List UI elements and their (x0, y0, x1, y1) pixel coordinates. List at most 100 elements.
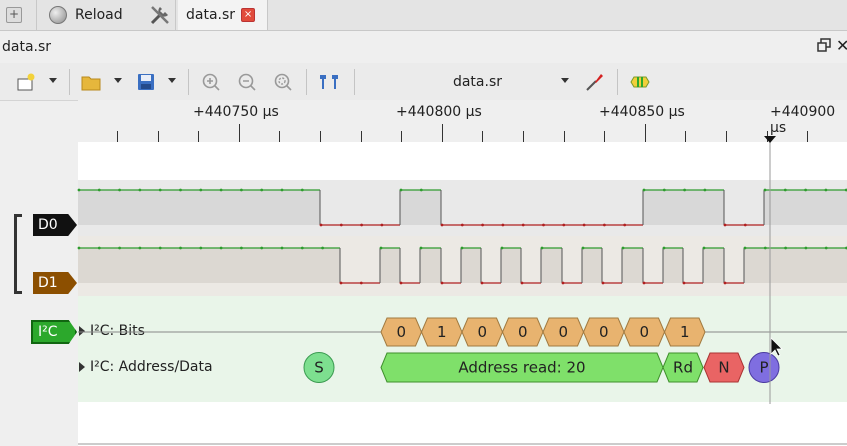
sample-dot (501, 223, 505, 227)
sample-dot (199, 246, 203, 250)
bit-value: 0 (396, 323, 406, 341)
sample-dot (440, 281, 444, 285)
sample-dot (481, 223, 484, 227)
signal-high-fill (764, 190, 847, 225)
read-write-annotation-text: Rd (673, 359, 693, 377)
sample-dot (642, 188, 646, 192)
sample-dot (763, 246, 767, 250)
sample-dot (399, 188, 403, 192)
nack-annotation-text: N (718, 359, 729, 377)
bit-value: 0 (558, 323, 568, 341)
sample-dot (723, 223, 727, 227)
sample-dot (97, 188, 101, 192)
mouse-pointer-icon (770, 337, 783, 357)
sample-dot (804, 188, 807, 192)
bit-value: 0 (477, 323, 487, 341)
sample-dot (582, 223, 586, 227)
sample-dot (520, 281, 524, 285)
sample-dot (138, 246, 142, 250)
waveform-canvas: 0 1 0 0 0 0 0 1 S Address read: 20 Rd N P (77, 136, 847, 404)
sample-dot (179, 246, 182, 250)
sample-dot (179, 188, 182, 192)
signal-high-fill (582, 248, 602, 283)
sample-dot (581, 246, 585, 250)
sample-dot (521, 223, 525, 227)
sample-dot (784, 246, 787, 250)
signal-high-fill (703, 248, 724, 283)
signal-high-fill (541, 248, 562, 283)
start-condition-text: S (314, 359, 324, 377)
sample-dot (321, 246, 324, 250)
sample-dot (419, 246, 423, 250)
sample-dot (339, 281, 343, 285)
sample-dot (500, 246, 504, 250)
signal-d1 (77, 246, 847, 285)
sample-dot (219, 188, 223, 192)
signal-high-fill (461, 248, 481, 283)
signal-high-fill (400, 190, 441, 225)
sample-dot (97, 246, 101, 250)
sample-dot (743, 246, 747, 250)
sample-dot (380, 223, 384, 227)
sample-dot (118, 246, 121, 250)
address-annotation-text: Address read: 20 (458, 359, 585, 377)
sample-dot (300, 246, 304, 250)
sample-dot (158, 246, 162, 250)
signal-high-fill (380, 248, 400, 283)
bit-value: 0 (599, 323, 609, 341)
sample-dot (280, 188, 284, 192)
signal-high-fill (420, 248, 441, 283)
sample-dot (118, 188, 121, 192)
sample-dot (158, 188, 162, 192)
signal-high-fill (663, 248, 683, 283)
sample-dot (319, 223, 323, 227)
sample-dot (723, 281, 727, 285)
sample-dot (300, 188, 304, 192)
stop-condition-text: P (759, 359, 768, 377)
signal-high-fill (78, 248, 340, 283)
sample-dot (824, 188, 828, 192)
sample-dot (419, 188, 423, 192)
sample-dot (621, 246, 625, 250)
sample-dot (642, 281, 646, 285)
sample-dot (603, 223, 606, 227)
sample-dot (460, 223, 464, 227)
sample-dot (440, 223, 444, 227)
sample-dot (702, 246, 706, 250)
sample-dot (399, 281, 403, 285)
sample-dot (260, 246, 264, 250)
sample-dot (77, 188, 81, 192)
cursor-marker-icon (764, 136, 776, 143)
sample-dot (199, 188, 203, 192)
sample-dot (783, 188, 787, 192)
sample-dot (601, 281, 605, 285)
sample-dot (360, 223, 363, 227)
sample-dot (460, 246, 464, 250)
sample-dot (703, 188, 707, 192)
sample-dot (260, 188, 264, 192)
sample-dot (562, 223, 566, 227)
sample-dot (743, 223, 747, 227)
signal-d0 (77, 188, 847, 227)
sample-dot (824, 246, 828, 250)
sample-dot (763, 188, 767, 192)
sample-dot (339, 223, 343, 227)
bit-value: 1 (437, 323, 447, 341)
sample-dot (138, 188, 142, 192)
annotation-address-data: S Address read: 20 Rd N P (303, 352, 780, 383)
sample-dot (623, 223, 627, 227)
sample-dot (682, 281, 686, 285)
annotation-bits: 0 1 0 0 0 0 0 1 (380, 317, 706, 347)
sample-dot (77, 246, 81, 250)
sample-dot (240, 246, 243, 250)
sample-dot (561, 281, 565, 285)
bit-value: 1 (680, 323, 690, 341)
sample-dot (662, 188, 666, 192)
bit-value: 0 (518, 323, 528, 341)
signal-high-fill (744, 248, 847, 283)
bit-value: 0 (639, 323, 649, 341)
sample-dot (240, 188, 243, 192)
signal-high-fill (78, 190, 320, 225)
sample-dot (540, 246, 544, 250)
signal-high-fill (501, 248, 521, 283)
